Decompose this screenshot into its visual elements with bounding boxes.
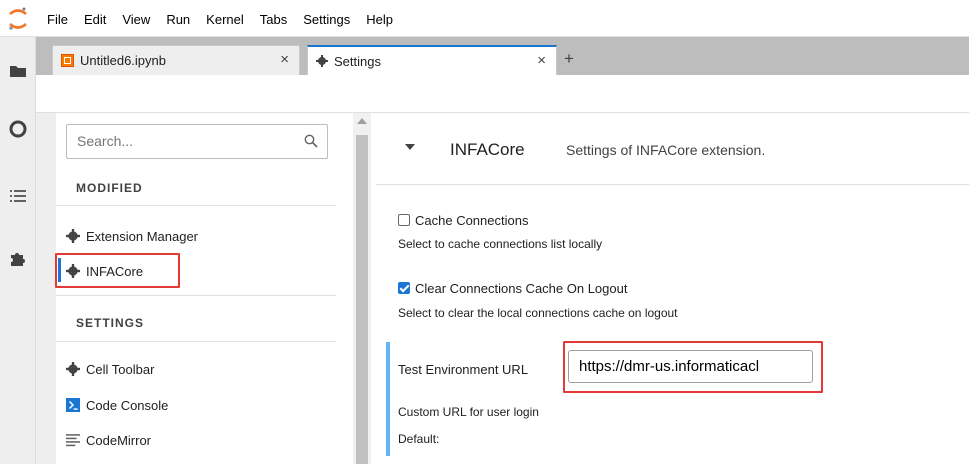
collapse-caret-icon[interactable] [405,144,415,150]
console-icon [66,398,80,412]
settings-item-label: Code Console [86,397,169,413]
tab-untitled6[interactable]: Untitled6.ipynb × [52,45,300,75]
gear-icon [66,229,80,243]
field-description: Select to cache connections list locally [398,237,603,251]
field-description: Select to clear the local connections ca… [398,306,678,320]
close-icon[interactable]: × [280,51,289,68]
settings-item-label: Cell Toolbar [86,361,155,377]
divider [56,205,336,206]
menu-kernel[interactable]: Kernel [206,12,244,27]
menu-file[interactable]: File [47,12,68,27]
jupyter-logo-icon[interactable] [7,6,29,32]
menu-view[interactable]: View [122,12,150,27]
plugin-title: INFACore [450,140,525,159]
settings-item-cell-toolbar[interactable]: Cell Toolbar [66,356,336,382]
field-label: Cache Connections [415,213,529,228]
panel-gutter [36,113,56,464]
field-indicator-bar [386,342,390,456]
menu-run[interactable]: Run [166,12,190,27]
settings-item-label: Extension Manager [86,228,199,244]
menu-settings[interactable]: Settings [303,12,350,27]
scrollbar[interactable] [353,113,371,464]
cache-connections-checkbox[interactable] [398,214,410,226]
highlight-box-infacore [55,253,180,288]
highlight-box-url [563,341,823,393]
search-icon[interactable] [304,134,318,148]
toolbar-strip [36,75,969,113]
running-circle-icon[interactable] [8,119,28,139]
settings-item-codemirror[interactable]: CodeMirror [66,427,336,453]
menubar: File Edit View Run Kernel Tabs Settings … [0,0,969,37]
add-tab-button[interactable]: + [564,49,574,69]
gear-icon [66,362,80,376]
menu-tabs[interactable]: Tabs [260,12,287,27]
list-icon[interactable] [8,186,28,206]
search-box[interactable] [66,124,328,159]
scroll-thumb[interactable] [356,135,368,464]
settings-list-panel: MODIFIED Extension Manager INFACore SETT… [55,113,353,464]
menu-help[interactable]: Help [366,12,393,27]
lines-icon [66,434,80,447]
gear-icon [316,55,328,67]
plugin-description: Settings of INFACore extension. [566,142,766,158]
tab-label: Settings [334,53,381,69]
tab-settings[interactable]: Settings × [307,45,557,75]
folder-icon[interactable] [8,61,28,81]
field-label: Test Environment URL [398,362,529,377]
field-description: Custom URL for user login [398,405,539,419]
settings-item-label: CodeMirror [86,432,152,448]
default-label: Default: [398,432,440,446]
scroll-up-arrow-icon[interactable] [357,118,367,124]
close-icon[interactable]: × [537,52,546,69]
settings-item-code-console[interactable]: Code Console [66,392,336,418]
field-label: Clear Connections Cache On Logout [415,281,628,296]
clear-cache-field[interactable]: Clear Connections Cache On Logout [398,281,627,296]
tab-label: Untitled6.ipynb [80,53,166,68]
editor-header: INFACore Settings of INFACore extension. [376,113,969,185]
divider [56,295,336,296]
activity-bar [0,37,36,464]
menu-edit[interactable]: Edit [84,12,106,27]
settings-item-extension-manager[interactable]: Extension Manager [66,223,336,249]
search-input[interactable] [75,125,295,156]
cache-connections-field[interactable]: Cache Connections [398,213,528,228]
clear-cache-checkbox[interactable] [398,282,410,294]
puzzle-extension-icon[interactable] [8,248,28,268]
notebook-icon [61,54,74,67]
section-title-modified: MODIFIED [76,181,143,195]
section-title-settings: SETTINGS [76,316,145,330]
settings-editor: INFACore Settings of INFACore extension.… [376,113,969,464]
divider [56,341,336,342]
tab-bar: Untitled6.ipynb × Settings × + [36,37,969,75]
